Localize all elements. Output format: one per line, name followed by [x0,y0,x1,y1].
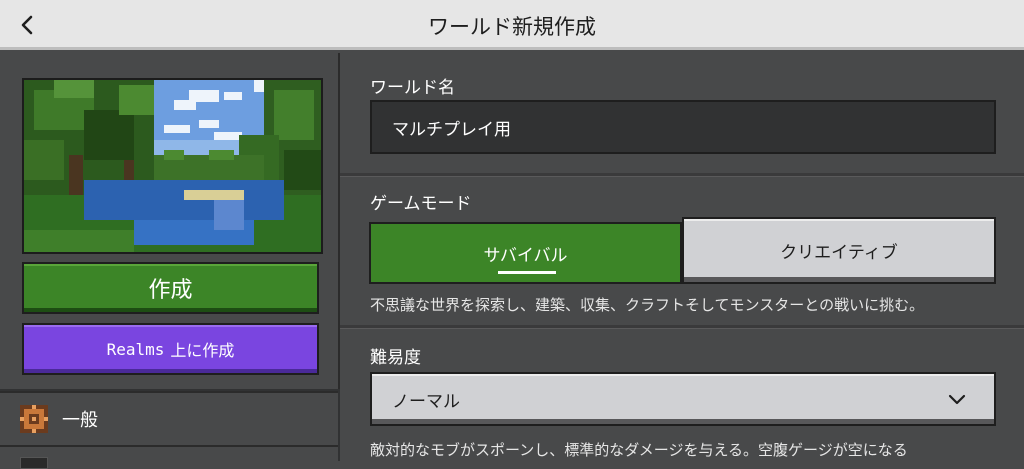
sidebar-item-general[interactable]: 一般 [0,391,338,445]
game-mode-label: ゲームモード [370,194,472,214]
world-thumbnail [22,78,323,254]
sidebar-item-next[interactable] [0,445,338,469]
gear-icon [20,405,48,433]
difficulty-label: 難易度 [370,348,421,368]
world-preview-panel: 作成 Realms 上に作成 [0,53,340,389]
game-mode-creative-button[interactable]: クリエイティブ [682,217,996,284]
creative-label: クリエイティブ [780,243,898,263]
top-bar: ワールド新規作成 [0,0,1024,50]
create-on-realms-button[interactable]: Realms 上に作成 [22,323,319,375]
game-mode-description: 不思議な世界を探索し、建築、収集、クラフトそしてモンスターとの戦いに挑む。 [370,296,925,314]
world-name-input[interactable]: マルチプレイ用 [370,100,996,154]
game-mode-survival-button[interactable]: サバイバル [369,222,682,284]
left-panel: 作成 Realms 上に作成 一般 [0,53,340,469]
create-button-label: 作成 [148,278,193,303]
settings-panel: ワールド名 マルチプレイ用 ゲームモード サバイバル クリエイティブ 不思議な世… [340,53,1024,461]
difficulty-description: 敵対的なモブがスポーンし、標準的なダメージを与える。空腹ゲージが空になる [370,441,908,459]
difficulty-value: ノーマル [392,391,460,412]
sidebar-next-icon [20,457,48,469]
page-title: ワールド新規作成 [428,15,596,39]
create-button[interactable]: 作成 [22,262,319,314]
divider [340,173,1024,177]
realms-suffix-label: 上に作成 [170,341,235,360]
survival-label: サバイバル [483,245,568,266]
difficulty-dropdown[interactable]: ノーマル [370,372,996,426]
world-name-label: ワールド名 [370,78,455,98]
sidebar-item-label: 一般 [62,410,98,431]
realms-label: Realms [106,339,165,359]
divider [340,325,1024,329]
selected-indicator [498,271,556,274]
chevron-down-icon [948,394,966,405]
